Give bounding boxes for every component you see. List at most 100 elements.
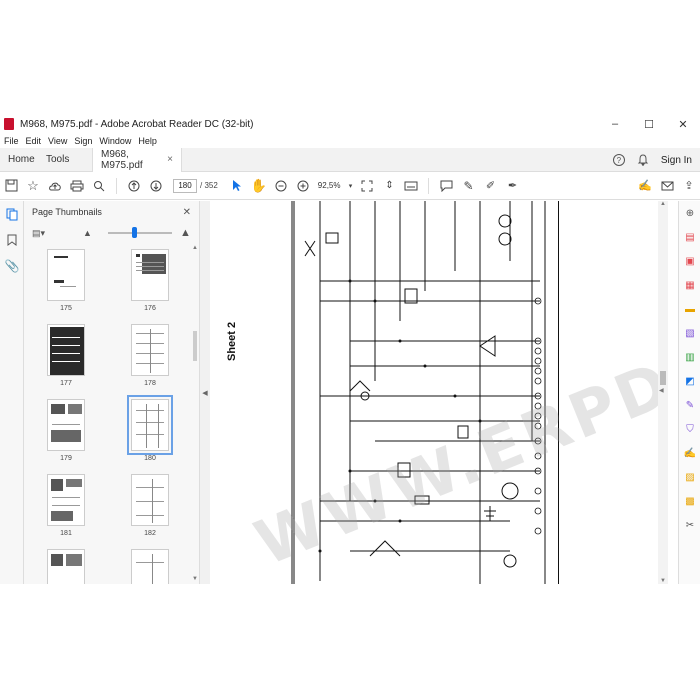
thumbnail-image — [127, 395, 173, 455]
organize-pages-icon[interactable]: ▥ — [679, 345, 700, 369]
email-icon[interactable] — [656, 175, 678, 197]
tab-close-icon[interactable]: × — [167, 154, 173, 165]
chevron-down-icon[interactable]: ▾ — [344, 175, 356, 197]
page-total: / 352 — [200, 181, 218, 190]
minimize-button[interactable]: – — [598, 114, 632, 134]
keyboard-icon[interactable] — [400, 175, 422, 197]
collapse-rail-icon[interactable]: ⇥ — [679, 577, 700, 585]
thumbnail-page[interactable] — [120, 549, 180, 584]
zoom-out-icon[interactable] — [270, 175, 292, 197]
menu-sign[interactable]: Sign — [74, 136, 92, 146]
expand-tools-icon[interactable]: ◀ — [659, 387, 664, 394]
toolbar-divider — [116, 177, 117, 194]
hand-tool-icon[interactable]: ✋ — [248, 175, 270, 197]
bookmarks-icon[interactable] — [0, 227, 24, 253]
print-icon[interactable] — [66, 175, 88, 197]
header-right: ? Sign In — [612, 148, 692, 172]
panel-scroll-up-icon[interactable]: ▲ — [192, 245, 198, 251]
edit-pdf-icon[interactable]: ▦ — [679, 273, 700, 297]
zoom-in-icon[interactable] — [292, 175, 314, 197]
menu-edit[interactable]: Edit — [26, 136, 42, 146]
help-icon[interactable]: ? — [612, 154, 625, 166]
panel-scroll-down-icon[interactable]: ▼ — [192, 576, 198, 582]
page-thumbnails-icon[interactable] — [0, 201, 24, 227]
zoom-search-icon[interactable]: ⊕ — [679, 201, 700, 225]
maximize-button[interactable]: ☐ — [632, 114, 666, 134]
document-view[interactable]: Sheet 2 WWW.ERPDEPO.COM — [210, 201, 658, 584]
window-controls: – ☐ ✕ — [598, 114, 700, 134]
thumbnail-row-partial — [24, 549, 192, 584]
scrollbar-thumb[interactable] — [660, 371, 666, 385]
upload-cloud-icon[interactable] — [44, 175, 66, 197]
thumbnail-page[interactable]: 181 — [36, 474, 96, 537]
panel-scrollbar-thumb[interactable] — [193, 331, 197, 361]
tab-home[interactable]: Home — [0, 148, 38, 172]
sheet-label: Sheet 2 — [226, 321, 238, 361]
fill-sign-icon[interactable]: ✒ — [501, 175, 523, 197]
draw-icon[interactable]: ✐ — [479, 175, 501, 197]
highlight-pen-icon[interactable]: ✎ — [457, 175, 479, 197]
scan-ocr-icon[interactable]: ◩ — [679, 369, 700, 393]
large-mountain-icon: ▲ — [179, 227, 191, 239]
notification-bell-icon[interactable] — [637, 154, 649, 167]
panel-collapse-handle[interactable]: ◀ — [200, 201, 210, 584]
menu-file[interactable]: File — [4, 136, 19, 146]
thumbnail-page[interactable]: 178 — [120, 324, 180, 387]
slider-knob[interactable] — [131, 227, 137, 238]
panel-close-icon[interactable]: ✕ — [183, 207, 191, 218]
thumbnail-grid: 175 176 177 178 179 180 181 182 — [24, 249, 192, 584]
scroll-up-icon[interactable]: ▲ — [660, 201, 666, 207]
bookmark-star-icon[interactable]: ☆ — [22, 175, 44, 197]
thumbnail-label: 180 — [144, 455, 156, 462]
panel-tools: ▤▾ ▲ ▲ — [24, 223, 199, 243]
menu-help[interactable]: Help — [138, 136, 157, 146]
thumbnail-image — [47, 474, 85, 526]
previous-page-icon[interactable] — [123, 175, 145, 197]
stamp-icon[interactable]: ▩ — [679, 489, 700, 513]
sign-in-button[interactable]: Sign In — [661, 155, 692, 166]
request-signature-icon[interactable]: ✍ — [679, 441, 700, 465]
scroll-down-icon[interactable]: ▼ — [660, 578, 666, 584]
close-window-button[interactable]: ✕ — [666, 114, 700, 134]
save-icon[interactable] — [0, 175, 22, 197]
send-for-review-icon[interactable]: ▨ — [679, 465, 700, 489]
fit-page-icon[interactable] — [356, 175, 378, 197]
menu-window[interactable]: Window — [99, 136, 131, 146]
thumbnail-page[interactable]: 177 — [36, 324, 96, 387]
tab-tools[interactable]: Tools — [38, 148, 88, 172]
create-pdf-icon[interactable]: ▣ — [679, 249, 700, 273]
thumbnail-page[interactable]: 176 — [120, 249, 180, 312]
share-icon[interactable]: ⇪ — [678, 175, 700, 197]
thumbnail-page[interactable]: 175 — [36, 249, 96, 312]
sign-icon[interactable]: ✍ — [634, 175, 656, 197]
protect-icon[interactable]: ⛉ — [679, 417, 700, 441]
thumbnail-size-slider[interactable] — [107, 227, 172, 238]
attachments-icon[interactable]: 📎 — [0, 253, 24, 279]
thumbnail-label: 175 — [60, 305, 72, 312]
document-scrollbar[interactable]: ▲ ◀ ▼ — [658, 201, 668, 584]
page-number-input[interactable]: 180 — [173, 178, 197, 193]
next-page-icon[interactable] — [145, 175, 167, 197]
select-cursor-icon[interactable] — [226, 175, 248, 197]
thumbnail-page[interactable] — [36, 549, 96, 584]
tab-document[interactable]: M968, M975.pdf × — [92, 147, 182, 172]
right-tools-rail: ⊕ ▤ ▣ ▦ ▬ ▧ ▥ ◩ ✎ ⛉ ✍ ▨ ▩ ✂ ⇥ — [678, 201, 700, 584]
thumbnail-image — [47, 324, 85, 376]
thumbnail-page[interactable]: 179 — [36, 399, 96, 462]
export-pdf-icon[interactable]: ▤ — [679, 225, 700, 249]
thumbnail-page-selected[interactable]: 180 — [120, 395, 180, 462]
comment-icon[interactable] — [435, 175, 457, 197]
fill-and-sign-icon[interactable]: ✎ — [679, 393, 700, 417]
scroll-mode-icon[interactable]: ⇕ — [378, 175, 400, 197]
options-menu-icon[interactable]: ▤▾ — [32, 228, 45, 239]
pdf-page: Sheet 2 WWW.ERPDEPO.COM — [210, 201, 658, 584]
zoom-level-select[interactable]: 92,5% — [318, 181, 341, 190]
menu-bar: File Edit View Sign Window Help — [0, 134, 160, 148]
thumbnail-page[interactable]: 182 — [120, 474, 180, 537]
thumbnail-image — [47, 399, 85, 451]
combine-files-icon[interactable]: ▧ — [679, 321, 700, 345]
more-tools-icon[interactable]: ✂ — [679, 513, 700, 537]
comment-tool-icon[interactable]: ▬ — [679, 297, 700, 321]
search-icon[interactable] — [88, 175, 110, 197]
menu-view[interactable]: View — [48, 136, 67, 146]
